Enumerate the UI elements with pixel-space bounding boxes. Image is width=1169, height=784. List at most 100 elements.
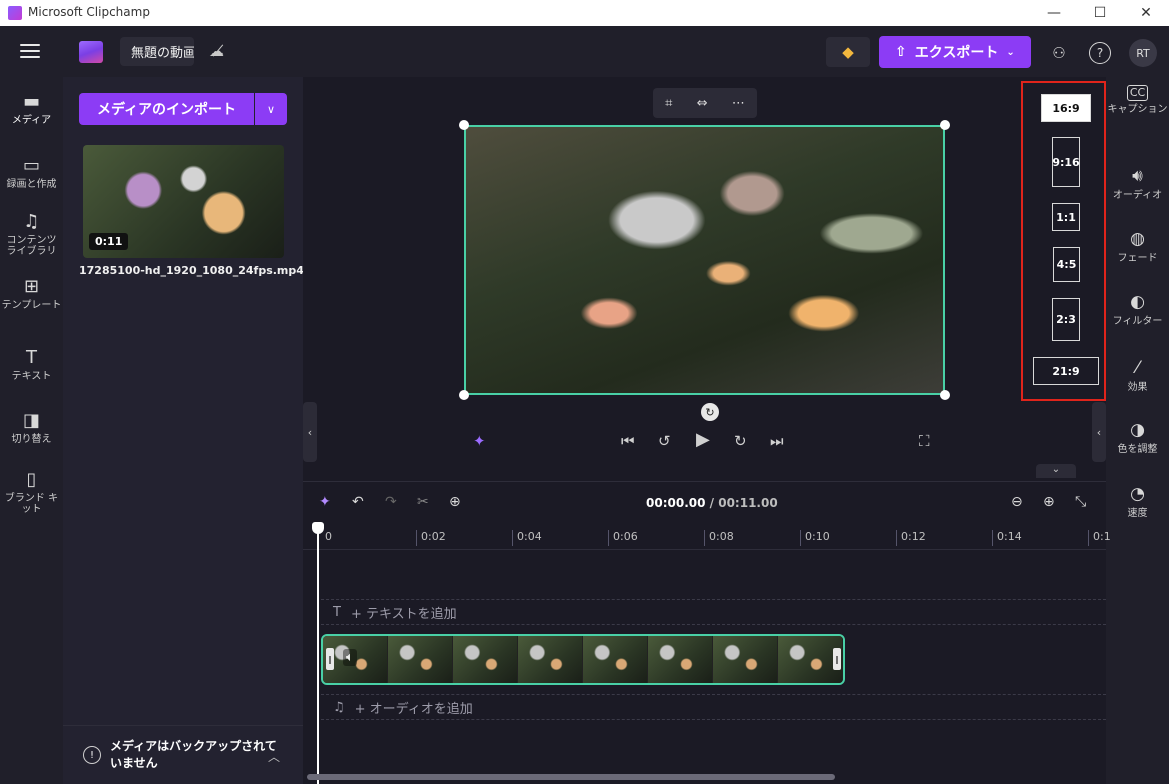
diamond-icon: ◆ bbox=[842, 43, 854, 61]
aspect-2-3-button[interactable]: 2:3 bbox=[1052, 298, 1080, 341]
undo-icon[interactable]: ↶ bbox=[352, 494, 364, 510]
text-icon: T bbox=[26, 347, 37, 368]
redo-icon[interactable]: ↷ bbox=[385, 494, 397, 510]
rotate-icon[interactable]: ↻ bbox=[701, 403, 719, 421]
clip-frame bbox=[388, 636, 453, 683]
minimize-button[interactable]: — bbox=[1031, 0, 1077, 26]
filter-icon: ◐ bbox=[1130, 292, 1145, 312]
sidebar-item-content-library[interactable]: ♫ コンテンツ ライブラリ bbox=[0, 211, 63, 257]
ruler-tick: 0:02 bbox=[416, 530, 446, 546]
sidebar-item-effects[interactable]: ⁄ 効果 bbox=[1106, 357, 1169, 393]
clip-trim-handle-left[interactable]: ‖ bbox=[326, 648, 334, 670]
share-users-icon[interactable]: ⚇ bbox=[1048, 42, 1070, 64]
sidebar-item-label: フェード bbox=[1117, 253, 1158, 264]
playhead-handle[interactable] bbox=[312, 522, 324, 534]
sidebar-item-text[interactable]: T テキスト bbox=[0, 347, 63, 382]
sidebar-item-captions[interactable]: CC キャプション bbox=[1106, 85, 1169, 115]
magic-sparkle-icon[interactable]: ✦ bbox=[319, 494, 331, 510]
color-adjust-icon: ◑ bbox=[1130, 420, 1145, 440]
magic-edit-icon[interactable]: ✦ bbox=[473, 432, 486, 450]
content-library-icon: ♫ bbox=[23, 211, 40, 232]
video-preview[interactable] bbox=[464, 125, 945, 395]
export-label: エクスポート bbox=[914, 45, 999, 61]
more-icon[interactable]: ⋯ bbox=[732, 96, 745, 111]
resize-handle[interactable] bbox=[940, 120, 950, 130]
sidebar-item-label: 効果 bbox=[1127, 382, 1148, 393]
left-sidebar: ▬ メディア ▭ 録画と作成 ♫ コンテンツ ライブラリ ⊞ テンプレート T … bbox=[0, 77, 63, 784]
aspect-16-9-button[interactable]: 16:9 bbox=[1041, 94, 1091, 122]
sidebar-item-fade[interactable]: ◍ フェード bbox=[1106, 228, 1169, 264]
text-track[interactable]: T + テキストを追加 bbox=[321, 599, 1106, 625]
hamburger-menu-icon[interactable] bbox=[20, 44, 40, 58]
cc-icon: CC bbox=[1126, 85, 1149, 101]
skip-end-icon[interactable]: ⏭ bbox=[770, 432, 784, 450]
clip-audio-icon[interactable]: 🔈︎ bbox=[343, 649, 357, 666]
sidebar-item-transitions[interactable]: ◨ 切り替え bbox=[0, 410, 63, 445]
aspect-9-16-button[interactable]: 9:16 bbox=[1052, 137, 1080, 187]
crop-icon[interactable]: ⌗ bbox=[665, 96, 672, 111]
video-clip[interactable] bbox=[321, 634, 845, 685]
zoom-out-icon[interactable]: ⊖ bbox=[1011, 494, 1023, 510]
aspect-ratio-panel: 16:9 9:16 1:1 4:5 2:3 21:9 bbox=[1021, 81, 1106, 401]
premium-diamond-button[interactable]: ◆ bbox=[826, 37, 870, 67]
sidebar-item-brand-kit[interactable]: ▯ ブランド キット bbox=[0, 469, 63, 515]
backup-notice-text: メディアはバックアップされていません bbox=[110, 739, 277, 770]
backup-notice[interactable]: ! メディアはバックアップされていません ︿ bbox=[63, 725, 303, 784]
aspect-21-9-button[interactable]: 21:9 bbox=[1033, 357, 1099, 385]
help-icon[interactable]: ? bbox=[1089, 42, 1111, 64]
forward-5-icon[interactable]: ↻ bbox=[734, 432, 747, 450]
collapse-right-panel-button[interactable]: ‹ bbox=[1092, 402, 1106, 462]
play-icon[interactable]: ▶ bbox=[696, 429, 710, 450]
resize-handle[interactable] bbox=[940, 390, 950, 400]
sidebar-item-label: テンプレート bbox=[1, 300, 62, 311]
aspect-4-5-button[interactable]: 4:5 bbox=[1053, 247, 1080, 282]
sidebar-item-label: メディア bbox=[11, 115, 52, 126]
add-text-label: + テキストを追加 bbox=[350, 606, 457, 622]
fit-timeline-icon[interactable]: ⤡ bbox=[1075, 494, 1086, 510]
skip-start-icon[interactable]: ⏮ bbox=[621, 432, 635, 450]
export-button[interactable]: ⇧ エクスポート ⌄ bbox=[879, 36, 1031, 68]
import-media-button[interactable]: メディアのインポート bbox=[79, 93, 254, 125]
clipchamp-window: Microsoft Clipchamp — ☐ ✕ 無題の動画 ☁̸ ◆ ⇧ エ… bbox=[0, 0, 1169, 784]
resize-handle[interactable] bbox=[459, 390, 469, 400]
add-media-icon[interactable]: ⊕ bbox=[449, 494, 461, 510]
ruler-tick: 0:06 bbox=[608, 530, 638, 546]
time-ruler[interactable]: 0 0:02 0:04 0:06 0:08 0:10 0:12 0:14 0:1 bbox=[303, 524, 1111, 550]
clip-trim-handle-right[interactable]: ‖ bbox=[833, 648, 841, 670]
import-dropdown-button[interactable]: ∨ bbox=[255, 93, 287, 125]
avatar[interactable]: RT bbox=[1129, 39, 1157, 67]
fade-icon: ◍ bbox=[1130, 229, 1145, 249]
sidebar-item-color-adjust[interactable]: ◑ 色を調整 bbox=[1106, 419, 1169, 455]
timeline-scrollbar[interactable] bbox=[307, 774, 835, 780]
fullscreen-icon[interactable]: ⛶ bbox=[919, 432, 930, 450]
close-button[interactable]: ✕ bbox=[1123, 0, 1169, 26]
resize-handle[interactable] bbox=[459, 120, 469, 130]
clipchamp-logo bbox=[79, 41, 103, 63]
audio-track[interactable]: ♫ + オーディオを追加 bbox=[321, 694, 1106, 720]
maximize-button[interactable]: ☐ bbox=[1077, 0, 1123, 26]
split-scissors-icon[interactable]: ✂ bbox=[417, 494, 429, 510]
info-icon: ! bbox=[83, 746, 101, 764]
playhead-line[interactable] bbox=[317, 524, 319, 784]
ruler-tick: 0:08 bbox=[704, 530, 734, 546]
sidebar-item-templates[interactable]: ⊞ テンプレート bbox=[0, 276, 63, 311]
project-name-field[interactable]: 無題の動画 bbox=[120, 37, 194, 66]
clip-filename: 17285100-hd_1920_1080_24fps.mp4 ⊙ bbox=[79, 264, 316, 277]
zoom-in-icon[interactable]: ⊕ bbox=[1043, 494, 1055, 510]
aspect-1-1-button[interactable]: 1:1 bbox=[1052, 203, 1080, 231]
rewind-5-icon[interactable]: ↺ bbox=[658, 432, 671, 450]
sidebar-item-record[interactable]: ▭ 録画と作成 bbox=[0, 155, 63, 190]
cloud-sync-off-icon[interactable]: ☁̸ bbox=[209, 42, 224, 60]
fit-icon[interactable]: ⇔ bbox=[697, 96, 708, 111]
clip-frame bbox=[453, 636, 518, 683]
collapse-timeline-icon[interactable]: ⌄ bbox=[1036, 464, 1076, 478]
current-time: 00:00.00 bbox=[646, 496, 706, 510]
sidebar-item-media[interactable]: ▬ メディア bbox=[0, 91, 63, 126]
sidebar-item-audio[interactable]: 🔊︎ オーディオ bbox=[1106, 165, 1169, 201]
window-title: Microsoft Clipchamp bbox=[28, 5, 150, 19]
sidebar-item-filters[interactable]: ◐ フィルター bbox=[1106, 291, 1169, 327]
sidebar-item-label: ブランド キット bbox=[4, 493, 59, 515]
sidebar-item-speed[interactable]: ◔ 速度 bbox=[1106, 483, 1169, 519]
collapse-left-panel-button[interactable]: ‹ bbox=[303, 402, 317, 462]
upload-icon: ⇧ bbox=[895, 44, 907, 60]
